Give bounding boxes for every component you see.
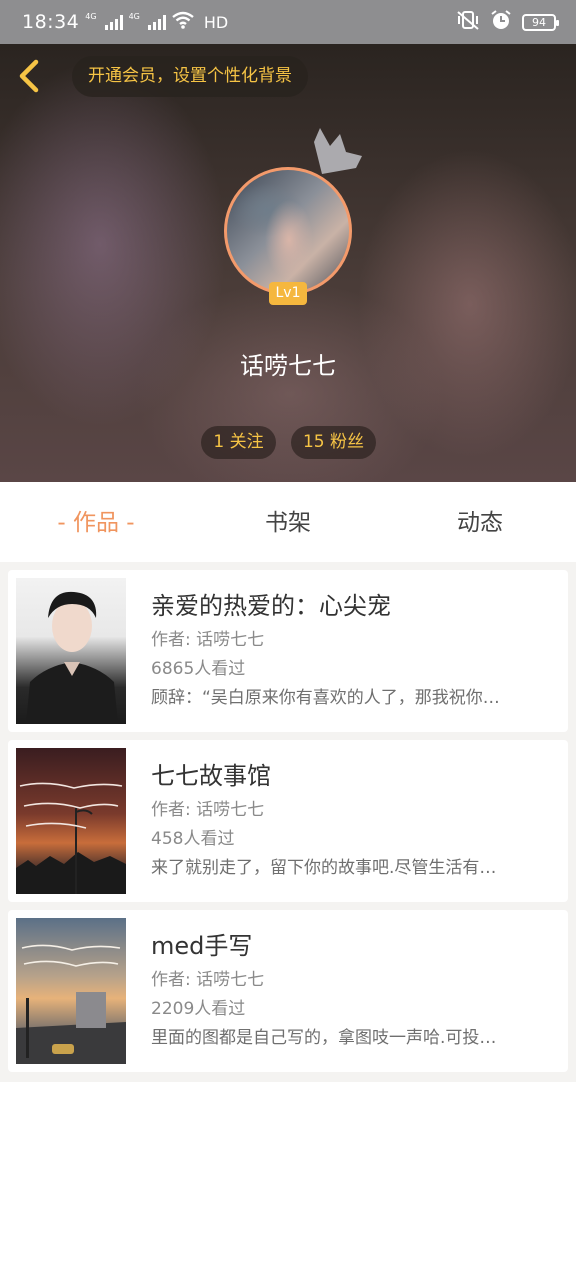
chevron-left-icon: [19, 59, 39, 93]
status-time: 18:34: [22, 11, 80, 33]
work-views: 2209人看过: [151, 999, 246, 1019]
network-type-1: 4G: [85, 11, 97, 21]
profile-tabs: 作品 书架 动态: [0, 482, 576, 562]
hd-label: HD: [203, 12, 229, 32]
back-button[interactable]: [12, 56, 48, 96]
work-cover-image: [16, 918, 126, 1064]
work-description: 来了就别走了，留下你的故事吧.尽管生活有…: [151, 858, 497, 878]
following-count-button[interactable]: 1 关注: [201, 426, 276, 459]
wifi-icon: [172, 11, 194, 34]
signal-icon: [104, 14, 123, 30]
work-views: 458人看过: [151, 829, 235, 849]
battery-icon: 94: [522, 13, 559, 31]
user-nickname: 话唠七七: [240, 352, 336, 380]
work-card[interactable]: 亲爱的热爱的：心尖宠 作者: 话唠七七 6865人看过 顾辞：“吴白原来你有喜欢…: [8, 570, 568, 732]
signal-icon-2: [147, 14, 166, 30]
work-views: 6865人看过: [151, 659, 246, 679]
network-type-2: 4G: [128, 11, 140, 21]
fans-count-button[interactable]: 15 粉丝: [291, 426, 376, 459]
work-author: 作者: 话唠七七: [151, 800, 265, 820]
work-card[interactable]: med手写 作者: 话唠七七 2209人看过 里面的图都是自己写的，拿图吱一声哈…: [8, 910, 568, 1072]
work-description: 顾辞：“吴白原来你有喜欢的人了，那我祝你…: [151, 688, 500, 708]
work-title: med手写: [151, 932, 253, 960]
work-title: 亲爱的热爱的：心尖宠: [151, 592, 391, 620]
profile-header: 开通会员，设置个性化背景 Lv1 话唠七七 1 关注 15 粉丝: [0, 44, 576, 482]
tab-activity[interactable]: 动态: [384, 482, 576, 562]
work-description: 里面的图都是自己写的，拿图吱一声哈.可投…: [151, 1028, 497, 1048]
tab-works[interactable]: 作品: [0, 482, 192, 562]
work-author: 作者: 话唠七七: [151, 970, 265, 990]
avatar[interactable]: [224, 167, 352, 295]
work-card[interactable]: 七七故事馆 作者: 话唠七七 458人看过 来了就别走了，留下你的故事吧.尽管生…: [8, 740, 568, 902]
alarm-icon: [490, 9, 512, 36]
work-author: 作者: 话唠七七: [151, 630, 265, 650]
crown-icon: [314, 128, 362, 174]
status-bar: 18:34 4G 4G HD 94: [0, 0, 576, 44]
vibrate-icon: [456, 10, 480, 35]
work-cover-image: [16, 578, 126, 724]
level-badge: Lv1: [269, 282, 307, 305]
work-title: 七七故事馆: [151, 762, 271, 790]
vip-background-button[interactable]: 开通会员，设置个性化背景: [72, 56, 308, 97]
works-list: 亲爱的热爱的：心尖宠 作者: 话唠七七 6865人看过 顾辞：“吴白原来你有喜欢…: [0, 562, 576, 1082]
work-cover-image: [16, 748, 126, 894]
tab-bookshelf[interactable]: 书架: [192, 482, 384, 562]
